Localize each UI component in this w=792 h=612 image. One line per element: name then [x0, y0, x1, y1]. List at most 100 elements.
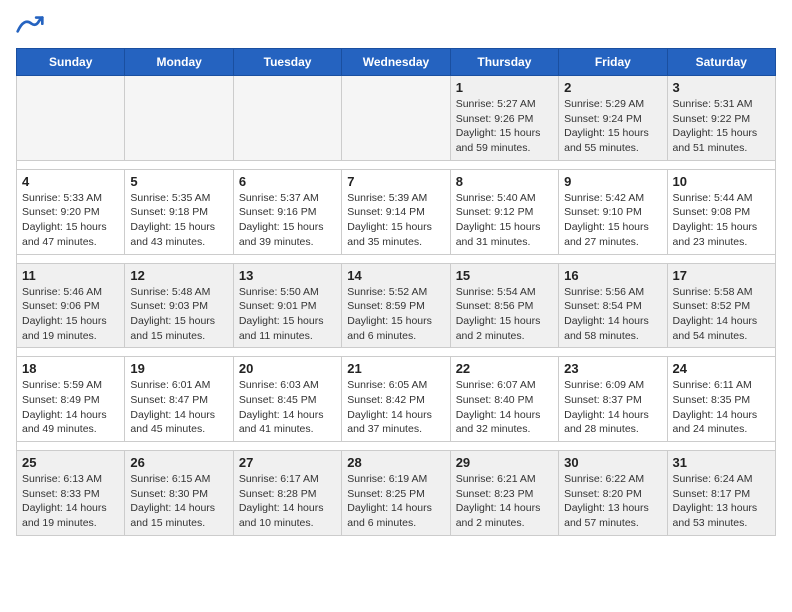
day-cell: 12 Sunrise: 5:48 AMSunset: 9:03 PMDayligh… [125, 263, 233, 348]
day-info: Sunrise: 5:56 AMSunset: 8:54 PMDaylight:… [564, 285, 661, 344]
day-number: 7 [347, 174, 444, 189]
day-number: 20 [239, 361, 336, 376]
separator-row [17, 254, 776, 263]
day-number: 8 [456, 174, 553, 189]
day-number: 22 [456, 361, 553, 376]
day-cell: 22 Sunrise: 6:07 AMSunset: 8:40 PMDayligh… [450, 357, 558, 442]
day-info: Sunrise: 5:46 AMSunset: 9:06 PMDaylight:… [22, 285, 119, 344]
day-cell: 14Sunrise: 5:52 AMSunset: 8:59 PMDayligh… [342, 263, 450, 348]
day-cell: 5 Sunrise: 5:35 AMSunset: 9:18 PMDaylight… [125, 169, 233, 254]
weekday-header-tuesday: Tuesday [233, 49, 341, 76]
day-number: 23 [564, 361, 661, 376]
day-number: 9 [564, 174, 661, 189]
separator-row [17, 442, 776, 451]
page-header [16, 16, 776, 36]
day-cell: 4 Sunrise: 5:33 AMSunset: 9:20 PMDaylight… [17, 169, 125, 254]
day-number: 5 [130, 174, 227, 189]
day-cell [17, 76, 125, 161]
day-info: Sunrise: 6:13 AMSunset: 8:33 PMDaylight:… [22, 472, 119, 531]
day-cell: 23Sunrise: 6:09 AMSunset: 8:37 PMDayligh… [559, 357, 667, 442]
day-cell: 31Sunrise: 6:24 AMSunset: 8:17 PMDayligh… [667, 451, 775, 536]
weekday-header-thursday: Thursday [450, 49, 558, 76]
weekday-header-sunday: Sunday [17, 49, 125, 76]
day-info: Sunrise: 6:01 AMSunset: 8:47 PMDaylight:… [130, 378, 227, 437]
day-cell: 30Sunrise: 6:22 AMSunset: 8:20 PMDayligh… [559, 451, 667, 536]
weekday-header-monday: Monday [125, 49, 233, 76]
day-cell: 20 Sunrise: 6:03 AMSunset: 8:45 PMDayligh… [233, 357, 341, 442]
day-number: 15 [456, 268, 553, 283]
day-info: Sunrise: 5:50 AMSunset: 9:01 PMDaylight:… [239, 285, 336, 344]
week-row-4: 18 Sunrise: 5:59 AMSunset: 8:49 PMDayligh… [17, 357, 776, 442]
day-number: 13 [239, 268, 336, 283]
day-info: Sunrise: 6:17 AMSunset: 8:28 PMDaylight:… [239, 472, 336, 531]
weekday-header-wednesday: Wednesday [342, 49, 450, 76]
day-number: 26 [130, 455, 227, 470]
week-row-1: 1 Sunrise: 5:27 AMSunset: 9:26 PMDaylight… [17, 76, 776, 161]
day-cell: 3 Sunrise: 5:31 AMSunset: 9:22 PMDaylight… [667, 76, 775, 161]
day-info: Sunrise: 5:40 AMSunset: 9:12 PMDaylight:… [456, 191, 553, 250]
day-info: Sunrise: 6:21 AMSunset: 8:23 PMDaylight:… [456, 472, 553, 531]
day-number: 10 [673, 174, 770, 189]
day-number: 27 [239, 455, 336, 470]
day-number: 31 [673, 455, 770, 470]
day-cell: 19 Sunrise: 6:01 AMSunset: 8:47 PMDayligh… [125, 357, 233, 442]
day-cell: 15 Sunrise: 5:54 AMSunset: 8:56 PMDayligh… [450, 263, 558, 348]
day-cell: 21 Sunrise: 6:05 AMSunset: 8:42 PMDayligh… [342, 357, 450, 442]
day-cell: 18 Sunrise: 5:59 AMSunset: 8:49 PMDayligh… [17, 357, 125, 442]
weekday-header-saturday: Saturday [667, 49, 775, 76]
day-number: 29 [456, 455, 553, 470]
day-info: Sunrise: 6:07 AMSunset: 8:40 PMDaylight:… [456, 378, 553, 437]
day-cell: 24Sunrise: 6:11 AMSunset: 8:35 PMDayligh… [667, 357, 775, 442]
day-number: 19 [130, 361, 227, 376]
day-cell: 16Sunrise: 5:56 AMSunset: 8:54 PMDayligh… [559, 263, 667, 348]
day-info: Sunrise: 6:15 AMSunset: 8:30 PMDaylight:… [130, 472, 227, 531]
day-cell: 25 Sunrise: 6:13 AMSunset: 8:33 PMDayligh… [17, 451, 125, 536]
day-info: Sunrise: 5:44 AMSunset: 9:08 PMDaylight:… [673, 191, 770, 250]
day-cell: 11 Sunrise: 5:46 AMSunset: 9:06 PMDayligh… [17, 263, 125, 348]
day-cell: 2Sunrise: 5:29 AMSunset: 9:24 PMDaylight… [559, 76, 667, 161]
day-number: 30 [564, 455, 661, 470]
separator-row [17, 348, 776, 357]
day-number: 17 [673, 268, 770, 283]
day-cell: 27 Sunrise: 6:17 AMSunset: 8:28 PMDayligh… [233, 451, 341, 536]
day-info: Sunrise: 5:52 AMSunset: 8:59 PMDaylight:… [347, 285, 444, 344]
day-cell: 9Sunrise: 5:42 AMSunset: 9:10 PMDaylight… [559, 169, 667, 254]
day-cell: 28Sunrise: 6:19 AMSunset: 8:25 PMDayligh… [342, 451, 450, 536]
day-info: Sunrise: 6:03 AMSunset: 8:45 PMDaylight:… [239, 378, 336, 437]
day-cell: 10 Sunrise: 5:44 AMSunset: 9:08 PMDayligh… [667, 169, 775, 254]
day-number: 21 [347, 361, 444, 376]
day-info: Sunrise: 5:33 AMSunset: 9:20 PMDaylight:… [22, 191, 119, 250]
day-info: Sunrise: 5:59 AMSunset: 8:49 PMDaylight:… [22, 378, 119, 437]
day-number: 18 [22, 361, 119, 376]
day-cell [125, 76, 233, 161]
day-cell [233, 76, 341, 161]
day-cell: 7 Sunrise: 5:39 AMSunset: 9:14 PMDaylight… [342, 169, 450, 254]
day-number: 6 [239, 174, 336, 189]
day-info: Sunrise: 5:54 AMSunset: 8:56 PMDaylight:… [456, 285, 553, 344]
day-info: Sunrise: 5:27 AMSunset: 9:26 PMDaylight:… [456, 97, 553, 156]
day-number: 11 [22, 268, 119, 283]
week-row-3: 11 Sunrise: 5:46 AMSunset: 9:06 PMDayligh… [17, 263, 776, 348]
week-row-2: 4 Sunrise: 5:33 AMSunset: 9:20 PMDaylight… [17, 169, 776, 254]
day-info: Sunrise: 5:48 AMSunset: 9:03 PMDaylight:… [130, 285, 227, 344]
week-row-5: 25 Sunrise: 6:13 AMSunset: 8:33 PMDayligh… [17, 451, 776, 536]
day-info: Sunrise: 5:29 AMSunset: 9:24 PMDaylight:… [564, 97, 661, 156]
day-cell: 8 Sunrise: 5:40 AMSunset: 9:12 PMDaylight… [450, 169, 558, 254]
day-number: 28 [347, 455, 444, 470]
day-number: 4 [22, 174, 119, 189]
day-cell: 1 Sunrise: 5:27 AMSunset: 9:26 PMDaylight… [450, 76, 558, 161]
day-info: Sunrise: 6:05 AMSunset: 8:42 PMDaylight:… [347, 378, 444, 437]
day-number: 12 [130, 268, 227, 283]
day-number: 1 [456, 80, 553, 95]
day-info: Sunrise: 5:39 AMSunset: 9:14 PMDaylight:… [347, 191, 444, 250]
day-number: 25 [22, 455, 119, 470]
day-info: Sunrise: 5:35 AMSunset: 9:18 PMDaylight:… [130, 191, 227, 250]
day-cell: 6Sunrise: 5:37 AMSunset: 9:16 PMDaylight… [233, 169, 341, 254]
calendar-table: SundayMondayTuesdayWednesdayThursdayFrid… [16, 48, 776, 536]
day-cell: 17Sunrise: 5:58 AMSunset: 8:52 PMDayligh… [667, 263, 775, 348]
separator-row [17, 160, 776, 169]
logo-icon [16, 16, 44, 36]
day-cell [342, 76, 450, 161]
day-number: 3 [673, 80, 770, 95]
day-info: Sunrise: 5:31 AMSunset: 9:22 PMDaylight:… [673, 97, 770, 156]
